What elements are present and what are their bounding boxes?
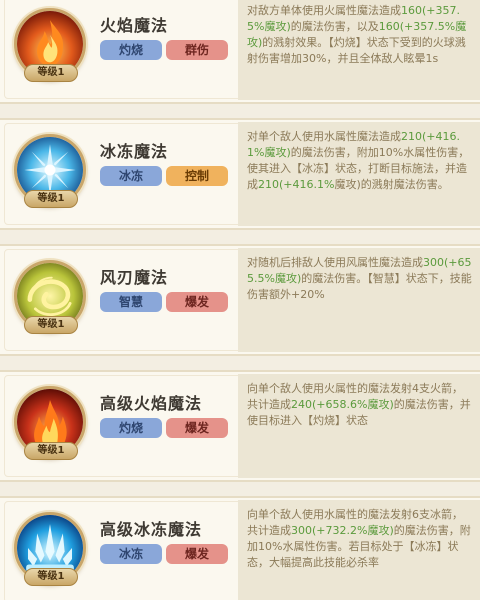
description-text: 的魔法伤害，以及 bbox=[290, 20, 379, 33]
skill-name: 风刃魔法 bbox=[100, 268, 169, 287]
damage-value: 300(+732.2%魔攻) bbox=[291, 524, 394, 537]
description-text: 的溅射效果。【灼烧】状态下受到的火球溅射伤害增加30%，并且全体敌人眩晕1s bbox=[247, 36, 466, 65]
description-text: 对敌方单体使用火属性魔法造成 bbox=[247, 4, 401, 17]
skill-card[interactable]: 等级1 高级火焰魔法 灼烧 爆发 向单个敌人使用火属性的魔法发射4支火箭，共计造… bbox=[0, 370, 480, 482]
skill-description: 对随机后排敌人使用风属性魔法造成300(+655.5%魔攻)的魔法伤害。【智慧】… bbox=[238, 248, 480, 352]
skill-tag: 冰冻 bbox=[100, 166, 162, 186]
skill-name: 火焰魔法 bbox=[100, 16, 169, 35]
skill-name: 高级冰冻魔法 bbox=[100, 520, 203, 539]
skill-tag: 智慧 bbox=[100, 292, 162, 312]
description-text: 魔攻)的溅射魔法伤害。 bbox=[334, 178, 449, 191]
skill-description: 向单个敌人使用水属性的魔法发射6支冰箭，共计造成300(+732.2%魔攻)的魔… bbox=[238, 500, 480, 600]
skill-description: 对敌方单体使用火属性魔法造成160(+357.5%魔攻)的魔法伤害，以及160(… bbox=[238, 0, 480, 100]
tag-group: 智慧 爆发 bbox=[100, 292, 228, 312]
level-badge: 等级1 bbox=[24, 568, 78, 586]
skill-card[interactable]: 等级1 高级冰冻魔法 冰冻 爆发 向单个敌人使用水属性的魔法发射6支冰箭，共计造… bbox=[0, 496, 480, 600]
skill-tag: 灼烧 bbox=[100, 418, 162, 438]
level-badge: 等级1 bbox=[24, 190, 78, 208]
skill-description: 向单个敌人使用火属性的魔法发射4支火箭，共计造成240(+658.6%魔攻)的魔… bbox=[238, 374, 480, 478]
description-text: 对单个敌人使用水属性魔法造成 bbox=[247, 130, 401, 143]
tag-group: 灼烧 群伤 bbox=[100, 40, 228, 60]
level-badge: 等级1 bbox=[24, 316, 78, 334]
skill-tag: 爆发 bbox=[166, 292, 228, 312]
skill-list: 等级1 火焰魔法 灼烧 群伤 对敌方单体使用火属性魔法造成160(+357.5%… bbox=[0, 0, 480, 600]
tag-group: 冰冻 控制 bbox=[100, 166, 228, 186]
skill-card[interactable]: 等级1 风刃魔法 智慧 爆发 对随机后排敌人使用风属性魔法造成300(+655.… bbox=[0, 244, 480, 356]
tag-group: 灼烧 爆发 bbox=[100, 418, 228, 438]
damage-value: 240(+658.6%魔攻) bbox=[291, 398, 394, 411]
skill-tag: 爆发 bbox=[166, 544, 228, 564]
tag-group: 冰冻 爆发 bbox=[100, 544, 228, 564]
skill-name: 高级火焰魔法 bbox=[100, 394, 203, 413]
skill-tag: 灼烧 bbox=[100, 40, 162, 60]
skill-description: 对单个敌人使用水属性魔法造成210(+416.1%魔攻)的魔法伤害，附加10%水… bbox=[238, 122, 480, 226]
level-badge: 等级1 bbox=[24, 442, 78, 460]
skill-tag: 群伤 bbox=[166, 40, 228, 60]
level-badge: 等级1 bbox=[24, 64, 78, 82]
skill-tag: 爆发 bbox=[166, 418, 228, 438]
damage-value: 210(+416.1% bbox=[258, 178, 335, 191]
skill-name: 冰冻魔法 bbox=[100, 142, 169, 161]
skill-tag: 控制 bbox=[166, 166, 228, 186]
skill-card[interactable]: 等级1 火焰魔法 灼烧 群伤 对敌方单体使用火属性魔法造成160(+357.5%… bbox=[0, 0, 480, 104]
description-text: 对随机后排敌人使用风属性魔法造成 bbox=[247, 256, 423, 269]
skill-tag: 冰冻 bbox=[100, 544, 162, 564]
skill-card[interactable]: 等级1 冰冻魔法 冰冻 控制 对单个敌人使用水属性魔法造成 210(+416.1%… bbox=[0, 118, 480, 230]
